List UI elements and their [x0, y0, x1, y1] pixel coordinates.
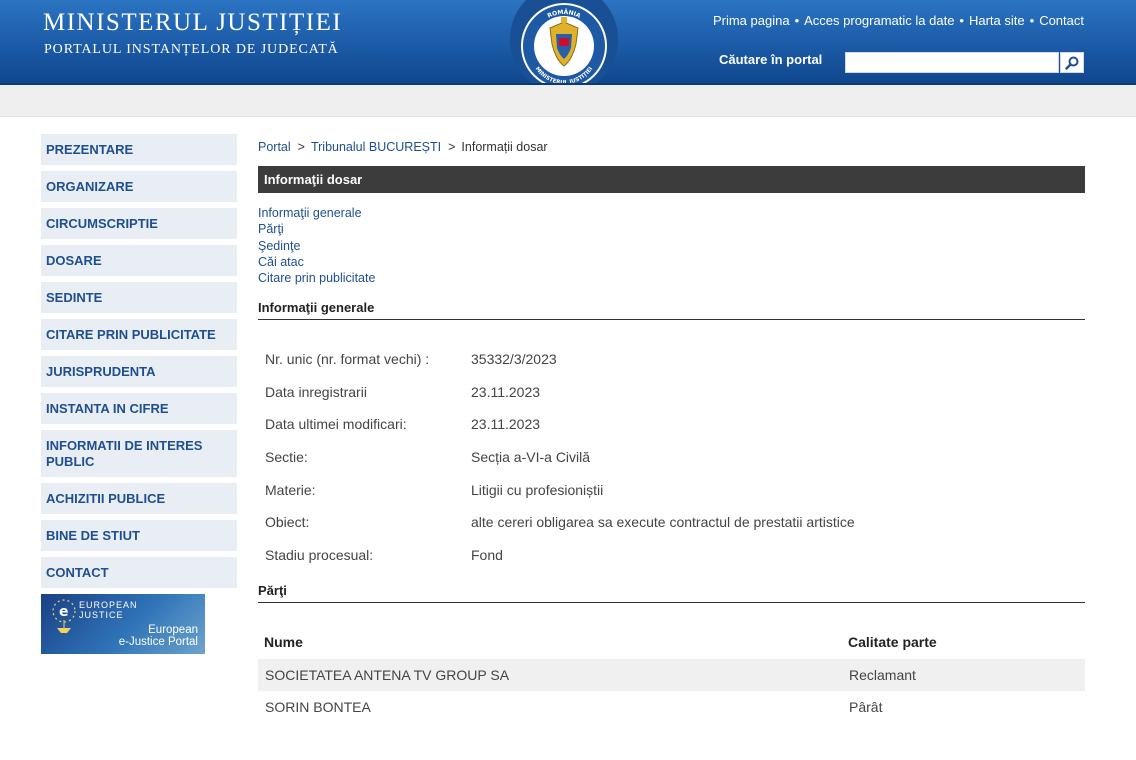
party-role: Pârât: [849, 699, 883, 716]
info-row: Nr. unic (nr. format vechi) : 35332/3/202…: [258, 342, 1085, 375]
parti-heading: Părţi: [258, 583, 1085, 604]
main-content: Portal > Tribunalul BUCUREȘTI > Informații d…: [258, 134, 1085, 723]
parti-table: Nume Calitate parte SOCIETATEA ANTENA TV…: [258, 625, 1085, 723]
general-info-heading: Informaţii generale: [258, 300, 1085, 321]
breadcrumb-separator: >: [448, 140, 456, 154]
breadcrumb-portal[interactable]: Portal: [258, 140, 291, 154]
breadcrumb-tribunal[interactable]: Tribunalul BUCUREȘTI: [311, 140, 441, 154]
info-value: alte cereri obligarea sa execute contrac…: [471, 514, 855, 531]
ejustice-top-line2: JUSTICE: [79, 610, 124, 620]
nav-acces-programatic[interactable]: Acces programatic la date: [804, 13, 954, 28]
parti-header-row: Nume Calitate parte: [258, 625, 1085, 659]
info-row: Data ultimei modificari: 23.11.2023: [258, 408, 1085, 441]
info-row: Obiect: alte cereri obligarea sa execute …: [258, 506, 1085, 539]
ministry-emblem[interactable]: ROMÂNIA MINISTERUL JUSTIȚIEI: [510, 0, 618, 85]
nav-separator: •: [794, 13, 800, 28]
info-value: Litigii cu profesioniștii: [471, 481, 604, 498]
sidebar-item-citare[interactable]: CITARE PRIN PUBLICITATE: [41, 319, 237, 350]
nav-separator: •: [1029, 13, 1035, 28]
ejustice-top-text: EUROPEAN JUSTICE: [79, 600, 138, 620]
column-header-nume: Nume: [264, 634, 303, 651]
search-input[interactable]: [845, 52, 1059, 73]
party-role: Reclamant: [842, 659, 1085, 692]
section-title-bar: Informaţii dosar: [258, 166, 1085, 193]
sublink-citare-publicitate[interactable]: Citare prin publicitate: [258, 270, 1085, 286]
nav-contact[interactable]: Contact: [1039, 13, 1084, 28]
sidebar-item-interes-public[interactable]: INFORMATII DE INTERES PUBLIC: [41, 430, 237, 477]
svg-text:e: e: [59, 604, 69, 620]
sidebar-item-achizitii[interactable]: ACHIZITII PUBLICE: [41, 483, 237, 514]
ejustice-top-line1: EUROPEAN: [79, 600, 138, 610]
nav-harta-site[interactable]: Harta site: [969, 13, 1025, 28]
table-row: SOCIETATEA ANTENA TV GROUP SA Reclamant: [258, 659, 1085, 692]
sublink-informatii-generale[interactable]: Informaţii generale: [258, 205, 1085, 221]
info-row: Data inregistrarii 23.11.2023: [258, 375, 1085, 408]
table-row: SORIN BONTEA Pârât: [258, 691, 1085, 723]
general-info-table: Nr. unic (nr. format vechi) : 35332/3/202…: [258, 342, 1085, 571]
info-label: Materie:: [265, 481, 316, 498]
sidebar-item-contact[interactable]: CONTACT: [41, 557, 237, 588]
search-button[interactable]: [1060, 52, 1084, 73]
breadcrumb-current: Informații dosar: [461, 140, 548, 154]
info-row: Sectie: Secția a-VI-a Civilă: [258, 441, 1085, 474]
info-label: Nr. unic (nr. format vechi) :: [265, 350, 430, 367]
ejustice-banner[interactable]: e EUROPEAN JUSTICE European e-Justice Po…: [41, 594, 205, 654]
info-label: Data ultimei modificari:: [265, 416, 407, 433]
info-label: Sectie:: [265, 448, 308, 465]
sidebar-item-dosare[interactable]: DOSARE: [41, 245, 237, 276]
party-name: SORIN BONTEA: [265, 699, 371, 716]
nav-prima-pagina[interactable]: Prima pagina: [713, 13, 790, 28]
sidebar-menu: PREZENTARE ORGANIZARE CIRCUMSCRIPTIE DOS…: [41, 134, 237, 594]
info-label: Obiect:: [265, 514, 310, 531]
site-header: MINISTERUL JUSTIȚIEI PORTALUL INSTANȚELO…: [0, 0, 1136, 85]
info-value: 35332/3/2023: [471, 350, 557, 367]
ejustice-bottom-line1: European: [148, 624, 198, 636]
sidebar-item-prezentare[interactable]: PREZENTARE: [41, 134, 237, 165]
column-header-calitate: Calitate parte: [848, 634, 937, 651]
info-label: Stadiu procesual:: [265, 546, 374, 563]
top-nav: Prima pagina • Acces programatic la date • H…: [713, 13, 1084, 28]
info-value: 23.11.2023: [471, 383, 541, 400]
sidebar-item-circumscriptie[interactable]: CIRCUMSCRIPTIE: [41, 208, 237, 239]
section-sublinks: Informaţii generale Părţi Şedinţe Căi at…: [258, 205, 1085, 286]
nav-separator: •: [959, 13, 964, 28]
info-value: Fond: [471, 546, 503, 563]
breadcrumb: Portal > Tribunalul BUCUREȘTI > Informații d…: [258, 134, 1085, 162]
ejustice-bottom-line2: e-Justice Portal: [118, 636, 198, 648]
site-title[interactable]: MINISTERUL JUSTIȚIEI: [43, 9, 342, 37]
info-label: Data inregistrarii: [265, 383, 367, 400]
sidebar-item-organizare[interactable]: ORGANIZARE: [41, 171, 237, 202]
site-subtitle: PORTALUL INSTANȚELOR DE JUDECATĂ: [44, 42, 339, 57]
info-value: Secția a-VI-a Civilă: [471, 448, 591, 465]
subheader-bar: [0, 85, 1136, 117]
sidebar-item-bine-de-stiut[interactable]: BINE DE STIUT: [41, 520, 237, 551]
sublink-cai-atac[interactable]: Căi atac: [258, 254, 1085, 270]
sidebar-item-sedinte[interactable]: SEDINTE: [41, 282, 237, 313]
coat-of-arms-icon: ROMÂNIA MINISTERUL JUSTIȚIEI: [521, 3, 607, 85]
search-label: Căutare în portal: [719, 52, 823, 67]
info-value: 23.11.2023: [471, 416, 541, 433]
breadcrumb-separator: >: [297, 140, 305, 154]
sidebar-item-instanta-in-cifre[interactable]: INSTANTA IN CIFRE: [41, 393, 237, 424]
info-row: Stadiu procesual: Fond: [258, 539, 1085, 572]
sidebar-item-jurisprudenta[interactable]: JURISPRUDENTA: [41, 356, 237, 387]
info-row: Materie: Litigii cu profesioniștii: [258, 473, 1085, 506]
ejustice-bottom-text: European e-Justice Portal: [119, 624, 198, 648]
sublink-sedinte[interactable]: Şedinţe: [258, 238, 1085, 254]
sublink-parti[interactable]: Părţi: [258, 221, 1085, 237]
search-icon: [1065, 56, 1079, 70]
party-name: SOCIETATEA ANTENA TV GROUP SA: [258, 659, 842, 692]
